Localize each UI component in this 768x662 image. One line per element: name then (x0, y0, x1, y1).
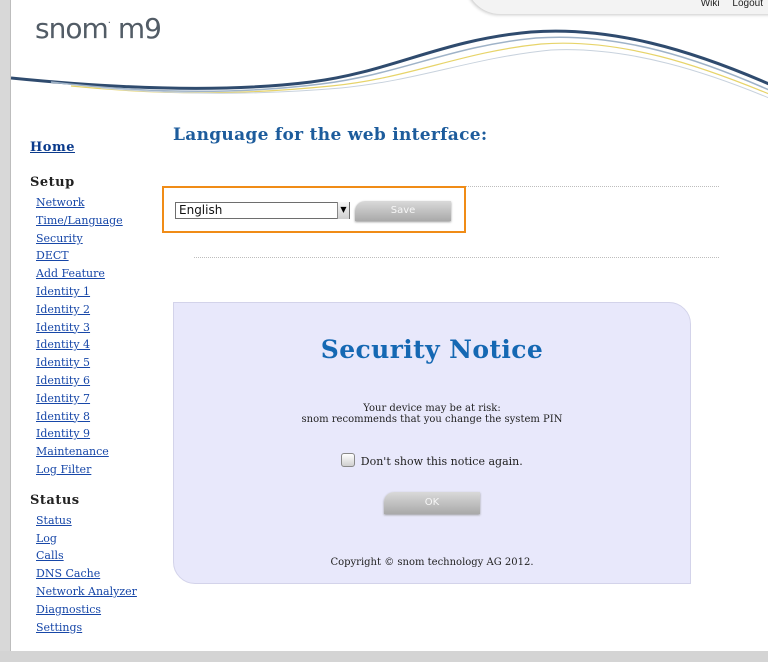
sidebar-item-identity-9[interactable]: Identity 9 (36, 427, 90, 440)
sidebar-item-dect[interactable]: DECT (36, 249, 69, 262)
divider-bottom (194, 257, 719, 258)
setup-heading: Setup (30, 175, 75, 190)
sidebar-item-dns-cache[interactable]: DNS Cache (36, 567, 100, 580)
sidebar-item-settings[interactable]: Settings (36, 621, 82, 634)
status-heading: Status (30, 492, 80, 508)
sidebar-item-identity-6[interactable]: Identity 6 (36, 374, 90, 387)
language-select-value: English (179, 203, 223, 217)
sidebar-item-home[interactable]: Home (30, 140, 170, 155)
sidebar-item-diagnostics[interactable]: Diagnostics (36, 603, 101, 616)
sidebar-item-log-filter[interactable]: Log Filter (36, 463, 91, 476)
wiki-link[interactable]: Wiki (701, 0, 720, 9)
security-notice-panel: Security Notice Your device may be at ri… (173, 302, 691, 584)
dont-show-checkbox[interactable] (341, 453, 356, 467)
notice-line-2: snom recommends that you change the syst… (301, 414, 563, 425)
sidebar-item-identity-4[interactable]: Identity 4 (36, 338, 90, 351)
language-select[interactable]: English ▼ (175, 202, 350, 219)
dropdown-arrow-icon[interactable]: ▼ (337, 202, 349, 219)
sidebar-item-time-language[interactable]: Time/Language (36, 214, 123, 227)
save-button[interactable]: Save (355, 201, 451, 221)
sidebar-item-identity-5[interactable]: Identity 5 (36, 356, 90, 369)
copyright-text: Copyright © snom technology AG 2012. (330, 557, 534, 568)
sidebar-item-identity-8[interactable]: Identity 8 (36, 410, 90, 423)
sidebar-item-log[interactable]: Log (36, 532, 57, 545)
sidebar-item-identity-3[interactable]: Identity 3 (36, 321, 90, 334)
sidebar-item-identity-1[interactable]: Identity 1 (36, 285, 90, 298)
notice-title: Security Notice (320, 335, 544, 364)
sidebar-item-maintenance[interactable]: Maintenance (36, 445, 109, 458)
header-swoosh (11, 29, 768, 99)
sidebar-item-identity-2[interactable]: Identity 2 (36, 303, 90, 316)
ok-button[interactable]: OK (384, 492, 480, 514)
dont-show-label: Don't show this notice again. (360, 455, 523, 468)
logout-link[interactable]: Logout (732, 0, 763, 9)
bottom-bar (0, 651, 768, 662)
status-menu: Status Log Calls DNS Cache Network Analy… (30, 512, 170, 637)
header-links: Wiki Logout (691, 0, 763, 9)
language-heading: Language for the web interface: (173, 125, 488, 145)
sidebar-item-add-feature[interactable]: Add Feature (36, 267, 105, 280)
sidebar-item-status[interactable]: Status (36, 514, 72, 527)
sidebar-nav: Home Setup Network Time/Language Securit… (30, 140, 170, 636)
notice-line-1: Your device may be at risk: (363, 403, 501, 414)
sidebar-item-security[interactable]: Security (36, 232, 83, 245)
sidebar-item-network[interactable]: Network (36, 196, 85, 209)
sidebar-item-network-analyzer[interactable]: Network Analyzer (36, 585, 137, 598)
language-form: English ▼ Save (162, 186, 466, 233)
dont-show-row: Don't show this notice again. (174, 453, 690, 468)
notice-message: Your device may be at risk: snom recomme… (174, 403, 690, 425)
setup-menu: Network Time/Language Security DECT Add … (30, 194, 170, 479)
sidebar-item-calls[interactable]: Calls (36, 549, 64, 562)
sidebar-item-identity-7[interactable]: Identity 7 (36, 392, 90, 405)
page: Wiki Logout snom· m9 Home Setup Network … (10, 0, 768, 651)
